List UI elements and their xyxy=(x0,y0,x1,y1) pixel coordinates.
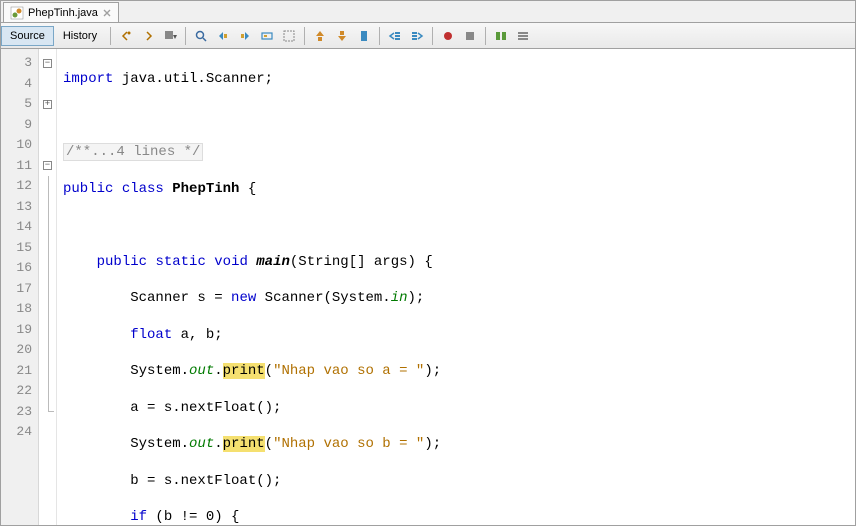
separator xyxy=(110,27,111,45)
dropdown-icon[interactable] xyxy=(161,27,179,45)
line-number: 10 xyxy=(1,135,38,156)
line-number: 4 xyxy=(1,74,38,95)
line-number: 21 xyxy=(1,361,38,382)
separator xyxy=(304,27,305,45)
next-bookmark-icon[interactable] xyxy=(333,27,351,45)
line-number-gutter: 3 4 5 9 10 11 12 13 14 15 16 17 18 19 20… xyxy=(1,49,39,525)
fold-collapse-icon[interactable]: − xyxy=(43,161,52,170)
line-number: 19 xyxy=(1,320,38,341)
shift-right-icon[interactable] xyxy=(408,27,426,45)
toggle-bookmark-icon[interactable] xyxy=(355,27,373,45)
java-file-icon xyxy=(10,6,24,20)
nav-fwd-icon[interactable] xyxy=(139,27,157,45)
find-icon[interactable] xyxy=(192,27,210,45)
line-number: 23 xyxy=(1,402,38,423)
line-number: 20 xyxy=(1,340,38,361)
source-view-button[interactable]: Source xyxy=(1,26,54,46)
fold-gutter: − + − xyxy=(39,49,57,525)
fold-expand-icon[interactable]: + xyxy=(43,100,52,109)
line-number: 3 xyxy=(1,53,38,74)
line-number: 14 xyxy=(1,217,38,238)
line-number: 11 xyxy=(1,156,38,177)
code-area[interactable]: import java.util.Scanner; /**...4 lines … xyxy=(57,49,855,525)
line-number: 12 xyxy=(1,176,38,197)
history-view-button[interactable]: History xyxy=(54,26,106,46)
line-number: 9 xyxy=(1,115,38,136)
macro-record-icon[interactable] xyxy=(439,27,457,45)
comment-icon[interactable] xyxy=(492,27,510,45)
tab-bar: PhepTinh.java xyxy=(1,1,855,23)
line-number: 22 xyxy=(1,381,38,402)
line-number: 16 xyxy=(1,258,38,279)
file-tab[interactable]: PhepTinh.java xyxy=(3,2,119,22)
separator xyxy=(485,27,486,45)
editor-toolbar: Source History xyxy=(1,23,855,49)
separator xyxy=(379,27,380,45)
prev-bookmark-icon[interactable] xyxy=(311,27,329,45)
macro-stop-icon[interactable] xyxy=(461,27,479,45)
line-number: 15 xyxy=(1,238,38,259)
find-sel-icon[interactable] xyxy=(258,27,276,45)
tab-filename: PhepTinh.java xyxy=(28,7,98,19)
line-number: 17 xyxy=(1,279,38,300)
separator xyxy=(432,27,433,45)
code-editor[interactable]: 3 4 5 9 10 11 12 13 14 15 16 17 18 19 20… xyxy=(1,49,855,525)
line-number: 13 xyxy=(1,197,38,218)
uncomment-icon[interactable] xyxy=(514,27,532,45)
close-icon[interactable] xyxy=(102,8,112,18)
selection-icon[interactable] xyxy=(280,27,298,45)
fold-collapse-icon[interactable]: − xyxy=(43,59,52,68)
nav-back-icon[interactable] xyxy=(117,27,135,45)
line-number: 24 xyxy=(1,422,38,443)
shift-left-icon[interactable] xyxy=(386,27,404,45)
line-number: 18 xyxy=(1,299,38,320)
find-next-icon[interactable] xyxy=(236,27,254,45)
find-prev-icon[interactable] xyxy=(214,27,232,45)
line-number: 5 xyxy=(1,94,38,115)
separator xyxy=(185,27,186,45)
